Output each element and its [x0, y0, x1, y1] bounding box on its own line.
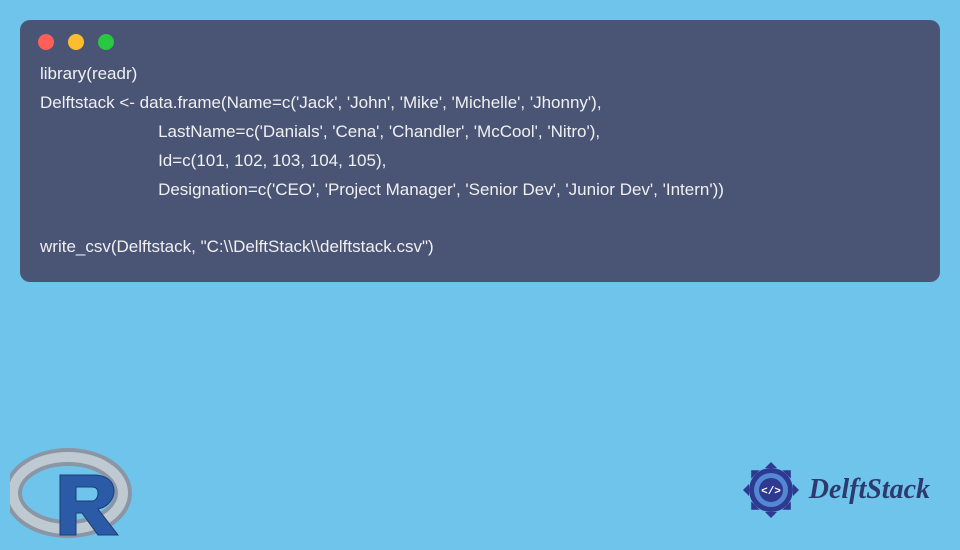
code-line: Id=c(101, 102, 103, 104, 105),	[40, 151, 386, 170]
minimize-icon[interactable]	[68, 34, 84, 50]
code-line: LastName=c('Danials', 'Cena', 'Chandler'…	[40, 122, 600, 141]
code-line: Delftstack <- data.frame(Name=c('Jack', …	[40, 93, 602, 112]
r-language-logo	[10, 445, 140, 545]
code-line: Designation=c('CEO', 'Project Manager', …	[40, 180, 724, 199]
code-content: library(readr) Delftstack <- data.frame(…	[40, 60, 920, 262]
delftstack-logo: </> DelftStack	[741, 460, 930, 520]
code-line: library(readr)	[40, 64, 137, 83]
brand-name: DelftStack	[809, 474, 930, 506]
r-logo-icon	[10, 445, 140, 545]
maximize-icon[interactable]	[98, 34, 114, 50]
code-block: library(readr) Delftstack <- data.frame(…	[20, 20, 940, 282]
gear-icon: </>	[741, 460, 801, 520]
svg-text:</>: </>	[761, 486, 781, 498]
code-line: write_csv(Delftstack, "C:\\DelftStack\\d…	[40, 237, 434, 256]
window-controls	[38, 34, 114, 50]
close-icon[interactable]	[38, 34, 54, 50]
